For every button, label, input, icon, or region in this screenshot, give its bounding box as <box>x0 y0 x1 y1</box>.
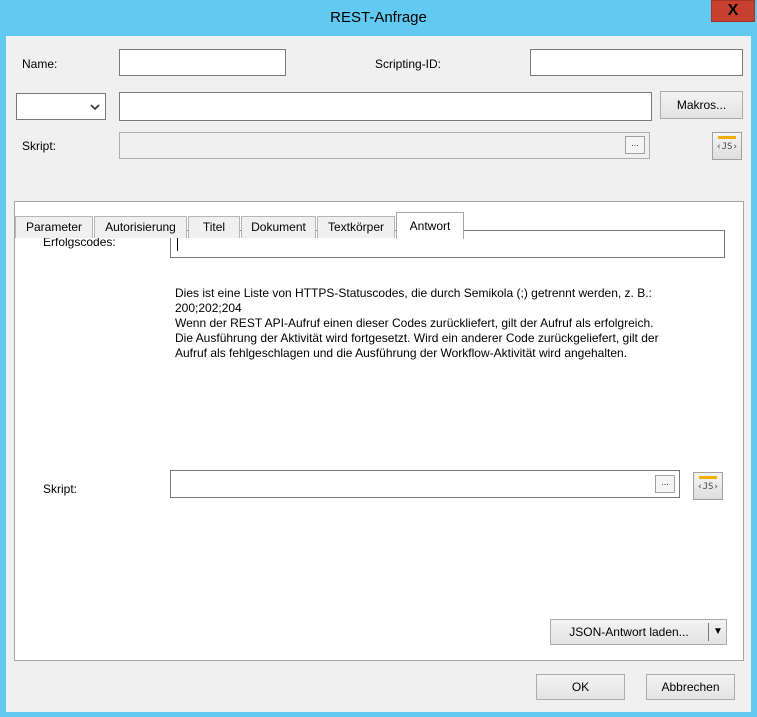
url-input[interactable] <box>119 92 652 121</box>
description-line: 200;202;204 <box>175 301 242 315</box>
tab-textkoerper[interactable]: Textkörper <box>317 216 395 238</box>
response-script-input[interactable]: ... <box>170 470 680 498</box>
ok-button[interactable]: OK <box>536 674 625 700</box>
cancel-button[interactable]: Abbrechen <box>646 674 735 700</box>
split-separator <box>708 623 709 641</box>
description-line: Wenn der REST API-Aufruf einen dieser Co… <box>175 316 654 330</box>
js-icon-bar <box>718 136 736 139</box>
js-icon: ‹JS› <box>697 482 719 492</box>
response-script-label: Skript: <box>43 482 78 496</box>
dialog-client: Name: Scripting-ID: Makros... Skript: ..… <box>6 36 751 712</box>
load-json-response-button[interactable]: JSON-Antwort laden... ▼ <box>550 619 727 645</box>
description-line: Die Ausführung der Aktivität wird fortge… <box>175 331 659 345</box>
close-icon: X <box>727 2 739 19</box>
script-input: ... <box>119 132 650 159</box>
tab-dokument[interactable]: Dokument <box>241 216 316 238</box>
close-button[interactable]: X <box>711 0 755 22</box>
dialog-window: REST-Anfrage X Name: Scripting-ID: Makro… <box>0 0 757 717</box>
tab-parameter[interactable]: Parameter <box>15 216 93 238</box>
chevron-down-icon <box>90 104 100 111</box>
scripting-id-label: Scripting-ID: <box>375 57 442 71</box>
js-icon: ‹JS› <box>716 142 738 152</box>
response-tab-panel: Erfolgscodes: Dies ist eine Liste von HT… <box>14 201 744 661</box>
dropdown-arrow-icon[interactable]: ▼ <box>711 620 725 644</box>
tab-titel[interactable]: Titel <box>188 216 240 238</box>
js-icon-bar <box>699 476 717 479</box>
script-js-editor-button[interactable]: ‹JS› <box>712 132 742 160</box>
script-browse-button[interactable]: ... <box>625 136 645 154</box>
tab-antwort[interactable]: Antwort <box>396 212 464 239</box>
description-line: Dies ist eine Liste von HTTPS-Statuscode… <box>175 286 652 300</box>
http-method-select[interactable] <box>16 93 106 120</box>
response-script-js-editor-button[interactable]: ‹JS› <box>693 472 723 500</box>
window-title: REST-Anfrage <box>330 9 427 26</box>
name-label: Name: <box>22 57 58 71</box>
script-label: Skript: <box>22 139 57 153</box>
description-line: Aufruf als fehlgeschlagen und die Ausfüh… <box>175 346 628 360</box>
response-script-browse-button[interactable]: ... <box>655 475 675 493</box>
success-codes-description: Dies ist eine Liste von HTTPS-Statuscode… <box>175 286 745 361</box>
name-input[interactable] <box>119 49 286 76</box>
macros-button[interactable]: Makros... <box>660 91 743 119</box>
tab-autorisierung[interactable]: Autorisierung <box>94 216 187 238</box>
load-json-response-label[interactable]: JSON-Antwort laden... <box>551 620 707 644</box>
scripting-id-input[interactable] <box>530 49 743 76</box>
